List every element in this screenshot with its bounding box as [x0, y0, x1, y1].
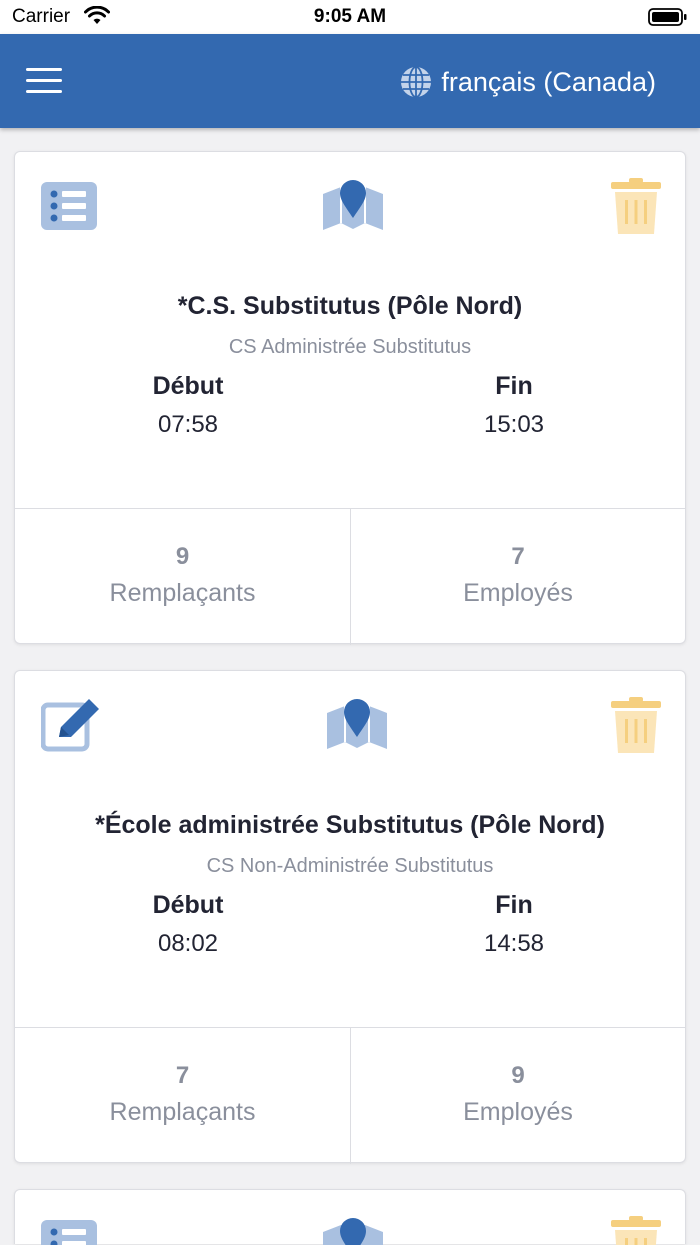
globe-icon: [399, 65, 433, 99]
app-header: français (Canada): [0, 34, 700, 128]
card-subtitle: CS Non-Administrée Substitutus: [15, 855, 685, 878]
start-time-group: Début 08:02: [88, 891, 288, 958]
end-time-label: Fin: [414, 891, 614, 920]
end-time-group: Fin 14:58: [414, 891, 614, 958]
employees-count: 9: [351, 1062, 685, 1090]
end-time-value: 14:58: [414, 930, 614, 958]
trash-icon[interactable]: [611, 697, 661, 753]
school-card: [14, 1189, 686, 1244]
language-selector[interactable]: français (Canada): [399, 62, 656, 102]
end-time-group: Fin 15:03: [414, 372, 614, 439]
card-subtitle: CS Administrée Substitutus: [15, 336, 685, 359]
list-icon[interactable]: [41, 182, 97, 230]
employees-count: 7: [351, 543, 685, 571]
start-time-label: Début: [88, 372, 288, 401]
language-label: français (Canada): [441, 67, 656, 98]
battery-icon: [648, 7, 688, 27]
school-card: *École administrée Substitutus (Pôle Nor…: [14, 670, 686, 1163]
start-time-value: 08:02: [88, 930, 288, 958]
substitutes-label: Remplaçants: [15, 579, 350, 608]
end-time-value: 15:03: [414, 411, 614, 439]
edit-icon[interactable]: [41, 697, 103, 753]
trash-icon[interactable]: [611, 1216, 661, 1245]
map-location-icon[interactable]: [321, 178, 385, 234]
card-title: *C.S. Substitutus (Pôle Nord): [15, 292, 685, 321]
employees-stat[interactable]: 7 Employés: [350, 509, 685, 645]
card-stats: 9 Remplaçants 7 Employés: [15, 508, 685, 645]
trash-icon[interactable]: [611, 178, 661, 234]
card-title: *École administrée Substitutus (Pôle Nor…: [15, 811, 685, 840]
card-stats: 7 Remplaçants 9 Employés: [15, 1027, 685, 1164]
start-time-value: 07:58: [88, 411, 288, 439]
substitutes-stat[interactable]: 7 Remplaçants: [15, 1028, 350, 1164]
substitutes-count: 9: [15, 543, 350, 571]
list-icon[interactable]: [41, 1220, 97, 1245]
start-time-label: Début: [88, 891, 288, 920]
map-location-icon[interactable]: [325, 697, 389, 753]
start-time-group: Début 07:58: [88, 372, 288, 439]
hamburger-menu-icon[interactable]: [26, 68, 62, 94]
employees-label: Employés: [351, 579, 685, 608]
substitutes-count: 7: [15, 1062, 350, 1090]
status-time: 9:05 AM: [0, 6, 700, 28]
employees-label: Employés: [351, 1098, 685, 1127]
school-card: *C.S. Substitutus (Pôle Nord) CS Adminis…: [14, 151, 686, 644]
map-location-icon[interactable]: [321, 1216, 385, 1245]
end-time-label: Fin: [414, 372, 614, 401]
employees-stat[interactable]: 9 Employés: [350, 1028, 685, 1164]
status-bar: Carrier 9:05 AM: [0, 0, 700, 34]
substitutes-label: Remplaçants: [15, 1098, 350, 1127]
substitutes-stat[interactable]: 9 Remplaçants: [15, 509, 350, 645]
